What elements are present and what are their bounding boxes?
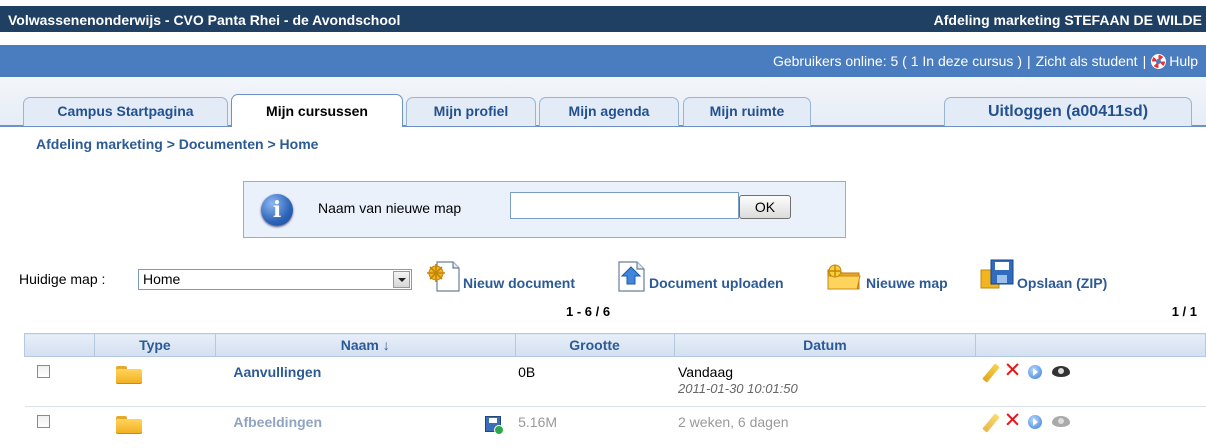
documents-table: Type Naam ↓ Grootte Datum Aanvullingen 0…: [24, 333, 1206, 448]
save-folder-icon[interactable]: [485, 416, 505, 436]
info-bar: Gebruikers online: 5 ( 1 In deze cursus …: [0, 45, 1206, 77]
upload-document-icon: [618, 261, 645, 292]
folder-icon[interactable]: [116, 416, 143, 434]
lifebuoy-icon[interactable]: [1151, 54, 1167, 69]
file-size: 0B: [518, 364, 536, 380]
new-document-icon: [427, 261, 460, 292]
visibility-eye-icon[interactable]: [1051, 366, 1070, 377]
department-user-label: Afdeling marketing STEFAAN DE WILDE: [933, 12, 1202, 28]
table-header-row: Type Naam ↓ Grootte Datum: [24, 333, 1206, 357]
tab-mijn-agenda[interactable]: Mijn agenda: [539, 97, 679, 126]
row-tools: ✕: [981, 410, 1206, 433]
select-column-header: [24, 333, 95, 357]
current-folder-label: Huidige map :: [19, 271, 106, 287]
folder-name-link[interactable]: Afbeeldingen: [233, 414, 322, 430]
date-timestamp: 2011-01-30 10:01:50: [678, 381, 798, 396]
move-icon[interactable]: [1027, 415, 1042, 429]
breadcrumb-afdeling-marketing[interactable]: Afdeling marketing: [36, 136, 163, 152]
save-zip-icon: [980, 259, 1014, 289]
breadcrumb-home[interactable]: Home: [280, 136, 319, 152]
view-as-student-link[interactable]: Zicht als student: [1036, 53, 1138, 69]
tab-strip: Campus Startpagina Mijn cursussen Mijn p…: [0, 77, 1206, 127]
site-title: Volwassenenonderwijs - CVO Panta Rhei - …: [8, 12, 401, 28]
table-row: Afbeeldingen 5.16M 2 weken, 6 dagen ✕: [24, 406, 1206, 448]
tab-mijn-cursussen[interactable]: Mijn cursussen: [231, 94, 403, 127]
new-folder-label: Naam van nieuwe map: [318, 200, 462, 216]
breadcrumb: Afdeling marketing > Documenten > Home: [36, 136, 319, 152]
delete-icon[interactable]: ✕: [1004, 410, 1022, 432]
move-icon[interactable]: [1027, 365, 1042, 379]
pencil-icon[interactable]: [981, 413, 1000, 433]
date-column-header[interactable]: Datum: [673, 333, 977, 357]
help-link[interactable]: Hulp: [1169, 53, 1198, 69]
visibility-eye-icon[interactable]: [1051, 416, 1070, 427]
name-column-header[interactable]: Naam ↓: [214, 333, 516, 357]
pencil-icon[interactable]: [981, 363, 1000, 383]
ok-button[interactable]: OK: [739, 195, 791, 219]
breadcrumb-documenten[interactable]: Documenten: [179, 136, 264, 152]
upload-document-label[interactable]: Document uploaden: [649, 275, 784, 291]
tab-mijn-profiel[interactable]: Mijn profiel: [406, 97, 536, 126]
new-folder-action-label[interactable]: Nieuwe map: [866, 275, 948, 291]
save-zip-action[interactable]: Opslaan (ZIP): [979, 258, 1129, 294]
info-bar-content: Gebruikers online: 5 ( 1 In deze cursus …: [772, 53, 1198, 69]
current-folder-value: Home: [143, 271, 181, 287]
size-column-header[interactable]: Grootte: [514, 333, 675, 357]
new-folder-icon: [827, 264, 861, 290]
logout-tab[interactable]: Uitloggen (a00411sd): [944, 97, 1192, 126]
folder-icon[interactable]: [116, 366, 143, 384]
users-online-text: Gebruikers online: 5 ( 1 In deze cursus …: [772, 53, 1022, 69]
info-icon: i: [261, 194, 293, 226]
new-document-label[interactable]: Nieuw document: [463, 275, 575, 291]
date-relative: Vandaag: [678, 364, 734, 380]
new-document-action[interactable]: Nieuw document: [425, 258, 603, 294]
save-zip-label[interactable]: Opslaan (ZIP): [1017, 275, 1107, 291]
pager-pages: 1 / 1: [1171, 304, 1197, 319]
table-row: Aanvullingen 0B Vandaag 2011-01-30 10:01…: [24, 356, 1206, 407]
new-folder-name-input[interactable]: [510, 192, 739, 219]
top-header-bar: Volwassenenonderwijs - CVO Panta Rhei - …: [0, 0, 1206, 32]
upload-document-action[interactable]: Document uploaden: [613, 258, 819, 294]
tab-campus-startpagina[interactable]: Campus Startpagina: [23, 97, 228, 126]
file-size: 5.16M: [518, 414, 558, 430]
row-checkbox[interactable]: [36, 415, 50, 428]
actions-column-header: [975, 333, 1206, 357]
current-folder-select[interactable]: Home: [138, 269, 412, 290]
type-column-header[interactable]: Type: [93, 333, 216, 357]
delete-icon[interactable]: ✕: [1004, 360, 1022, 382]
folder-name-link[interactable]: Aanvullingen: [233, 364, 321, 380]
chevron-down-icon[interactable]: [393, 271, 410, 288]
date-relative: 2 weken, 6 dagen: [678, 414, 789, 430]
pager-range: 1 - 6 / 6: [566, 304, 611, 319]
row-checkbox[interactable]: [36, 365, 50, 378]
new-folder-action[interactable]: Nieuwe map: [826, 258, 971, 294]
tab-mijn-ruimte[interactable]: Mijn ruimte: [683, 97, 811, 126]
row-tools: ✕: [981, 360, 1206, 383]
new-folder-panel: i Naam van nieuwe map OK: [243, 181, 846, 238]
